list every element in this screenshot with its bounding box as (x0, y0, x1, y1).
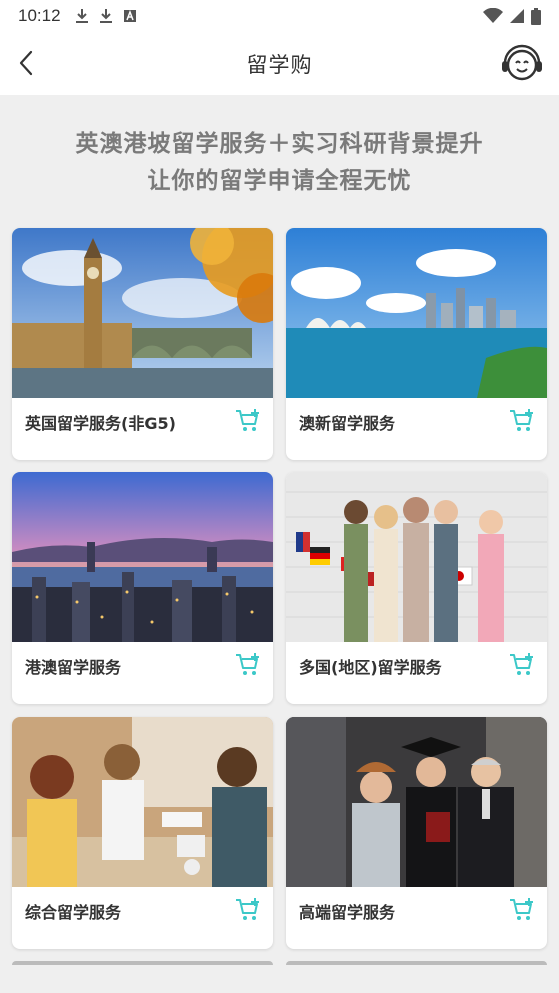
download-icon (75, 9, 88, 23)
london-big-ben-photo (12, 228, 273, 398)
chevron-left-icon (19, 50, 33, 76)
add-to-cart-icon[interactable] (509, 897, 535, 923)
headline: 英澳港坡留学服务＋实习科研背景提升 让你的留学申请全程无忧 (0, 126, 559, 200)
service-card-uk[interactable]: 英国留学服务(非G5) (12, 228, 273, 460)
wifi-icon (483, 8, 503, 23)
sydney-harbour-photo (286, 228, 547, 398)
service-card-label: 英国留学服务(非G5) (25, 414, 176, 433)
hong-kong-skyline-photo (12, 472, 273, 642)
headline-line-2: 让你的留学申请全程无忧 (147, 168, 412, 194)
service-card-label: 高端留学服务 (299, 903, 396, 922)
download-icon (99, 9, 112, 23)
status-time: 10:12 (18, 6, 61, 25)
app-header: 留学购 (0, 32, 559, 95)
page-title: 留学购 (246, 52, 313, 77)
service-card-hk-macau[interactable]: 港澳留学服务 (12, 472, 273, 704)
status-bar: 10:12 (0, 0, 559, 32)
signal-icon (510, 9, 524, 23)
font-icon (123, 9, 136, 22)
service-card-premium[interactable]: 高端留学服务 (286, 717, 547, 949)
add-to-cart-icon[interactable] (235, 897, 261, 923)
service-card-label: 多国(地区)留学服务 (299, 658, 442, 677)
service-card-label: 港澳留学服务 (25, 658, 122, 677)
service-card-label: 综合留学服务 (25, 903, 122, 922)
service-card-multi-country[interactable]: 多国(地区)留学服务 (286, 472, 547, 704)
graduation-photo (286, 717, 547, 887)
next-row-peek (12, 961, 547, 965)
add-to-cart-icon[interactable] (235, 408, 261, 434)
status-system-icons (483, 7, 541, 25)
students-flags-photo (286, 472, 547, 642)
service-card-au-nz[interactable]: 澳新留学服务 (286, 228, 547, 460)
battery-icon (531, 7, 541, 25)
back-button[interactable] (12, 46, 40, 80)
add-to-cart-icon[interactable] (509, 652, 535, 678)
customer-service-icon (502, 44, 542, 81)
headline-line-1: 英澳港坡留学服务＋实习科研背景提升 (75, 131, 484, 157)
main-content: 英澳港坡留学服务＋实习科研背景提升 让你的留学申请全程无忧 英国留学服务(非G5… (0, 95, 559, 993)
students-studying-photo (12, 717, 273, 887)
customer-service-button[interactable] (499, 41, 545, 87)
add-to-cart-icon[interactable] (235, 652, 261, 678)
add-to-cart-icon[interactable] (509, 408, 535, 434)
service-card-comprehensive[interactable]: 综合留学服务 (12, 717, 273, 949)
service-card-label: 澳新留学服务 (299, 414, 396, 433)
status-notification-icons (75, 8, 137, 24)
